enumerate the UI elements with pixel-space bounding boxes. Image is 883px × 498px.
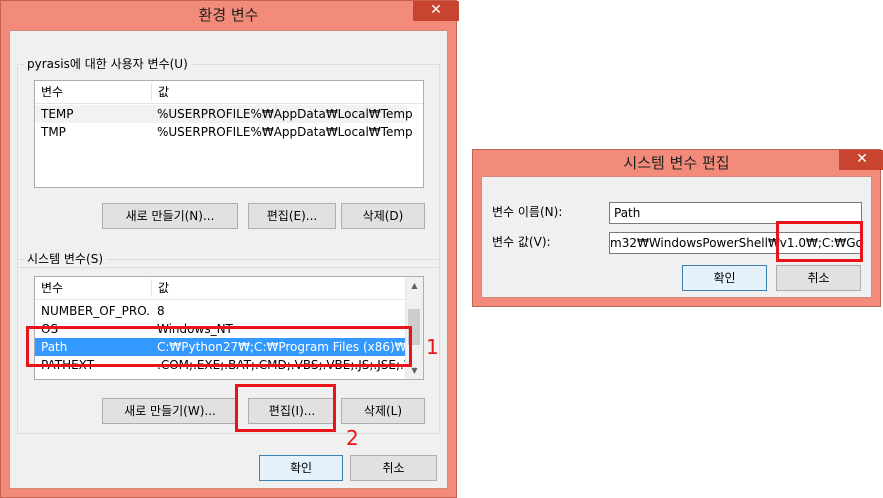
system-vars-group-label: 시스템 변수(S) [24,251,106,267]
env-vars-window: 환경 변수 ✕ pyrasis에 대한 사용자 변수(U) 변수 값 TEMP … [0,0,459,498]
edit-variable-client: 변수 이름(N): Path 변수 값(V): m32₩WindowsPower… [481,176,872,298]
ok-button[interactable]: 확인 [682,265,767,291]
close-icon: ✕ [856,151,868,167]
edit-variable-titlebar[interactable]: 시스템 변수 편집 [473,150,880,176]
system-edit-button[interactable]: 편집(I)... [248,398,336,424]
variable-name: TMP [41,125,66,139]
edit-variable-window: 시스템 변수 편집 ✕ 변수 이름(N): Path 변수 값(V): m32₩… [472,149,883,307]
edit-variable-title: 시스템 변수 편집 [623,154,730,172]
column-header-variable[interactable]: 변수 [35,81,151,103]
variable-value-field[interactable]: m32₩WindowsPowerShell₩v1.0₩;C:₩Go₩bin [609,232,862,254]
user-edit-button[interactable]: 편집(E)... [248,203,336,229]
cancel-button[interactable]: 취소 [350,455,437,481]
variable-name: NUMBER_OF_PRO... [41,304,151,318]
list-item[interactable]: NUMBER_OF_PRO... 8 [35,302,407,320]
list-item[interactable]: TMP %USERPROFILE%₩AppData₩Local₩Temp [35,123,413,141]
system-new-button[interactable]: 새로 만들기(W)... [102,398,238,424]
variable-name-label: 변수 이름(N): [492,205,563,219]
scroll-thumb[interactable] [408,309,420,345]
system-delete-button[interactable]: 삭제(L) [341,398,425,424]
variable-name-field[interactable]: Path [609,202,862,224]
annotation-marker-2: 2 [346,426,359,450]
env-vars-client: pyrasis에 대한 사용자 변수(U) 변수 값 TEMP %USERPRO… [9,30,448,489]
variable-value: Windows_NT [157,322,233,336]
user-vars-list-header: 변수 값 [35,81,423,104]
variable-value: %USERPROFILE%₩AppData₩Local₩Temp [157,125,413,139]
annotation-marker-1: 1 [426,335,439,359]
user-vars-list[interactable]: 변수 값 TEMP %USERPROFILE%₩AppData₩Local₩Te… [34,80,424,188]
list-item[interactable]: OS Windows_NT [35,320,407,338]
system-vars-list[interactable]: 변수 값 NUMBER_OF_PRO... 8 OS Windows_NT Pa… [34,276,424,380]
variable-value: .COM;.EXE;.BAT;.CMD;.VBS;.VBE;.JS;.JSE;.… [157,358,413,372]
list-item[interactable]: TEMP %USERPROFILE%₩AppData₩Local₩Temp [35,105,413,123]
list-item[interactable]: PATHEXT .COM;.EXE;.BAT;.CMD;.VBS;.VBE;.J… [35,356,413,374]
column-header-variable[interactable]: 변수 [35,277,151,299]
user-vars-group-label: pyrasis에 대한 사용자 변수(U) [24,56,191,72]
close-icon: ✕ [430,2,442,18]
env-vars-title: 환경 변수 [198,6,259,24]
variable-name: PATHEXT [41,358,95,372]
column-header-value[interactable]: 값 [152,81,422,103]
env-vars-titlebar[interactable]: 환경 변수 [1,1,456,30]
column-header-value[interactable]: 값 [152,277,406,299]
variable-name: Path [41,340,68,354]
close-button[interactable]: ✕ [839,150,883,170]
scroll-up-icon[interactable]: ▲ [406,277,423,294]
system-vars-list-header: 변수 값 [35,277,423,300]
variable-value: C:₩Python27₩;C:₩Program Files (x86)₩N... [157,340,413,354]
user-new-button[interactable]: 새로 만들기(N)... [102,203,238,229]
ok-button[interactable]: 확인 [259,455,343,481]
variable-value-label: 변수 값(V): [492,235,551,249]
close-button[interactable]: ✕ [413,1,459,21]
list-item-selected[interactable]: Path C:₩Python27₩;C:₩Program Files (x86)… [35,338,413,356]
variable-name: TEMP [41,107,74,121]
variable-name: OS [41,322,59,336]
cancel-button[interactable]: 취소 [776,265,861,291]
variable-value: %USERPROFILE%₩AppData₩Local₩Temp [157,107,413,121]
vertical-scrollbar[interactable]: ▲ ▼ [405,277,423,379]
user-delete-button[interactable]: 삭제(D) [341,203,425,229]
variable-value: 8 [157,304,165,318]
scroll-down-icon[interactable]: ▼ [406,362,423,379]
